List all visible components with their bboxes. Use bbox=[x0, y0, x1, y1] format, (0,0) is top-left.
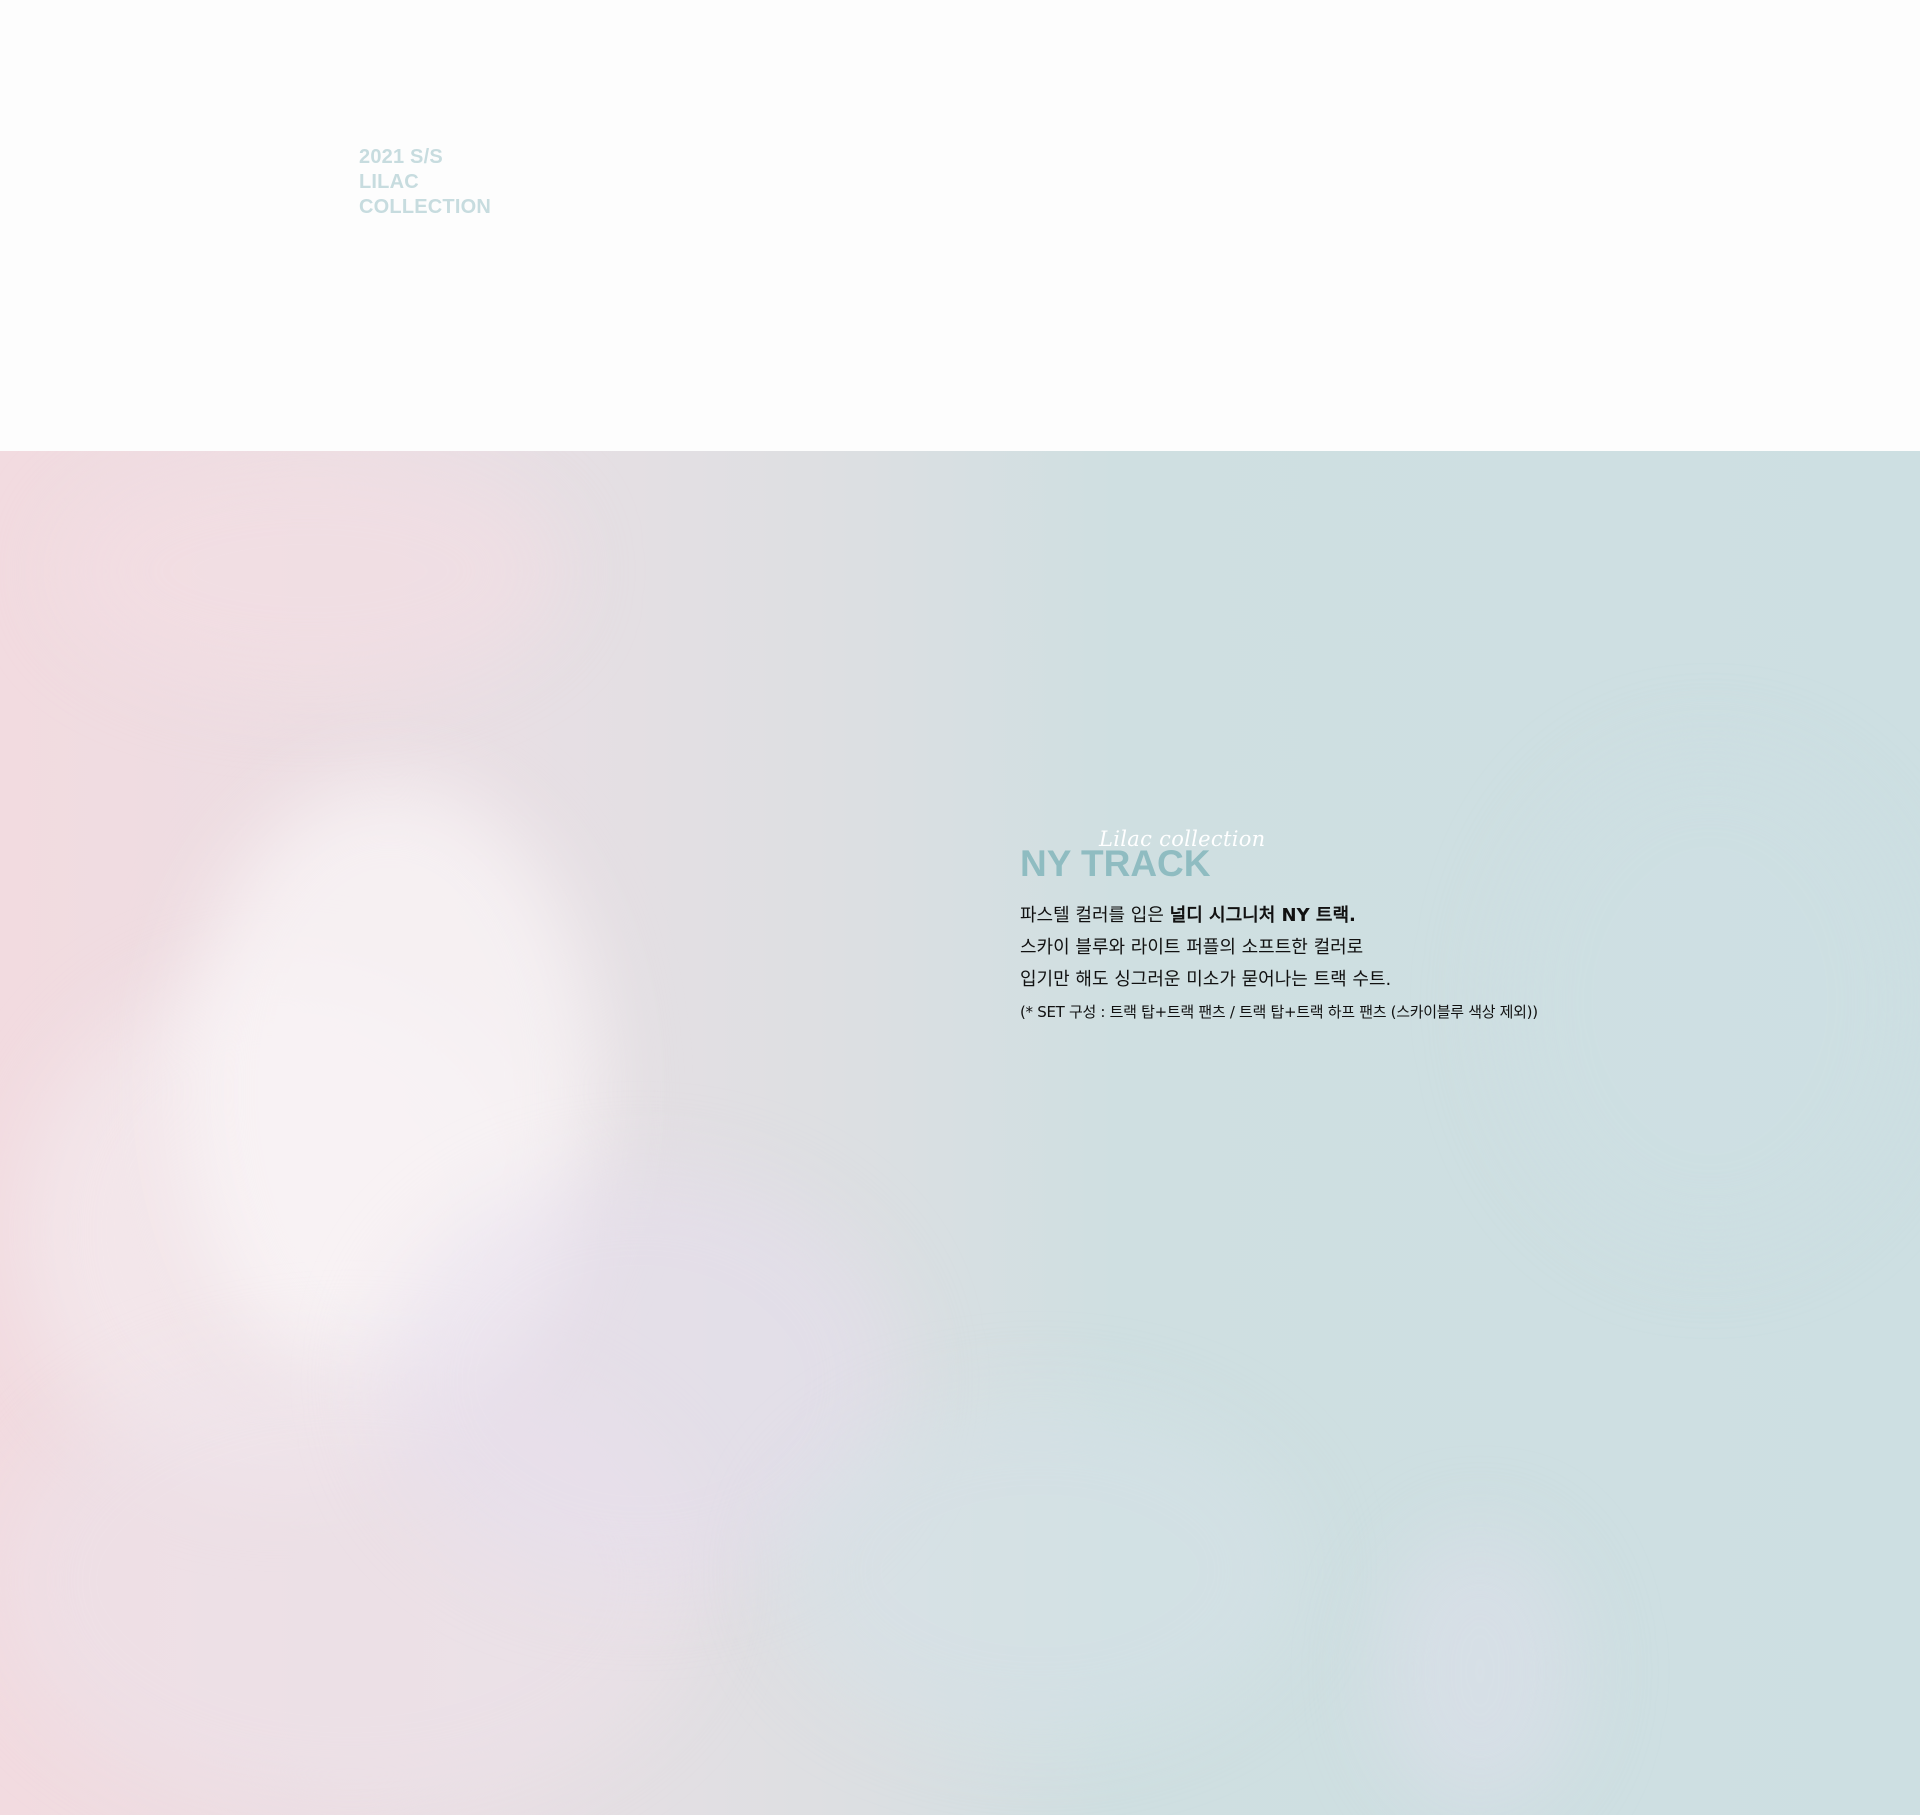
collection-season: 2021 S/S bbox=[359, 146, 443, 168]
script-label: Lilac collection bbox=[1099, 827, 1266, 851]
collection-word: COLLECTION bbox=[359, 196, 491, 218]
background-cloud bbox=[60, 451, 560, 691]
description-line-2: 스카이 블루와 라이트 퍼플의 소프트한 컬러로 bbox=[1020, 937, 1364, 958]
description-line-3: 입기만 해도 싱그러운 미소가 묻어나는 트랙 수트. bbox=[1020, 969, 1392, 990]
description-line-1: 파스텔 컬러를 입은 널디 시그니처 NY 트랙. bbox=[1020, 900, 1538, 932]
set-composition-note: (* SET 구성 : 트랙 탑+트랙 팬츠 / 트랙 탑+트랙 하프 팬츠 (… bbox=[1020, 1003, 1538, 1021]
description-line-1-prefix: 파스텔 컬러를 입은 bbox=[1020, 905, 1170, 926]
background-cloud bbox=[780, 1401, 1300, 1741]
collection-name: LILAC bbox=[359, 171, 419, 193]
background-cloud bbox=[1500, 751, 1920, 1251]
hero-banner bbox=[0, 451, 1920, 1815]
collection-tag: 2021 S/S LILAC COLLECTION bbox=[359, 145, 491, 220]
product-description: 파스텔 컬러를 입은 널디 시그니처 NY 트랙. 스카이 블루와 라이트 퍼플… bbox=[1020, 900, 1538, 1028]
background-cloud bbox=[1380, 1531, 1580, 1811]
description-line-1-emphasis: 널디 시그니처 NY 트랙. bbox=[1169, 905, 1356, 926]
intro-section: 2021 S/S LILAC COLLECTION bbox=[0, 0, 1920, 451]
